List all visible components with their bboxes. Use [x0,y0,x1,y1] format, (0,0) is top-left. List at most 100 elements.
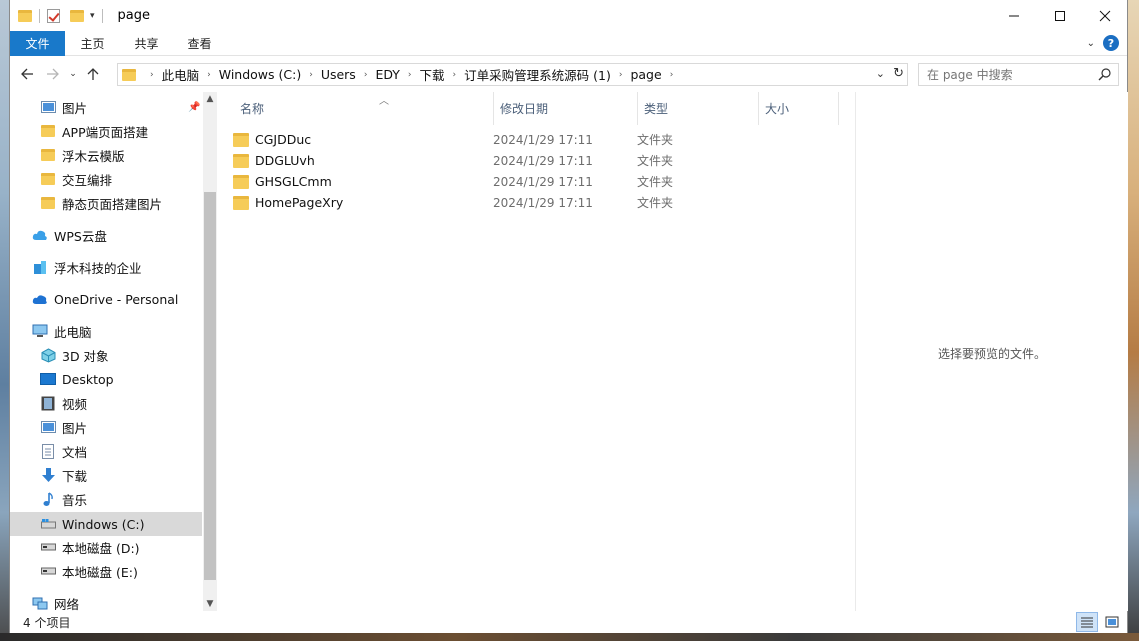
column-header-type[interactable]: 类型 [638,92,759,125]
search-icon[interactable] [1098,67,1112,81]
nav-item-pictures[interactable]: 图片 [10,415,202,439]
details-view-button[interactable] [1076,612,1098,632]
desktop-icon [40,371,56,387]
nav-item-drive-d[interactable]: 本地磁盘 (D:) [10,535,202,559]
3d-objects-icon [40,347,56,363]
nav-item-videos[interactable]: 视频 [10,391,202,415]
forward-arrow-icon [47,68,59,80]
nav-item-fumu-template[interactable]: 浮木云模版 [10,143,202,167]
minimize-button[interactable] [991,0,1037,31]
drive-icon [40,539,56,555]
item-count: 4 个项目 [23,615,71,630]
nav-item-downloads[interactable]: 下载 [10,463,202,487]
search-box[interactable] [918,63,1119,86]
breadcrumb-drive-c[interactable]: Windows (C:) [219,67,301,82]
chevron-right-icon[interactable]: › [207,70,211,80]
scroll-up-icon[interactable]: ▲ [203,94,217,104]
preview-message: 选择要预览的文件。 [937,347,1046,361]
file-row[interactable]: GHSGLCmm 2024/1/29 17:11 文件夹 [233,171,833,192]
chevron-right-icon[interactable]: › [453,70,457,80]
file-row[interactable]: HomePageXry 2024/1/29 17:11 文件夹 [233,192,833,213]
nav-item-3d-objects[interactable]: 3D 对象 [10,343,202,367]
nav-item-drive-c[interactable]: Windows (C:) [10,512,202,536]
chevron-right-icon[interactable]: › [364,70,368,80]
pictures-icon [40,419,56,435]
forward-button[interactable] [40,61,66,87]
file-type: 文件夹 [637,175,674,189]
minimize-icon [1009,15,1019,16]
nav-item-label: APP端页面搭建 [62,124,149,140]
drive-icon [40,563,56,579]
address-history-dropdown[interactable]: ⌄ [876,67,885,80]
nav-item-static-pages[interactable]: 静态页面搭建图片 [10,191,202,215]
tab-view[interactable]: 查看 [173,31,226,56]
music-icon [40,491,56,507]
nav-item-enterprise[interactable]: 浮木科技的企业 [10,255,202,279]
search-input[interactable] [927,67,1097,82]
column-header-date[interactable]: 修改日期 [494,92,638,125]
breadcrumb-downloads[interactable]: 下载 [420,65,445,84]
up-arrow-icon [87,68,99,80]
tab-share[interactable]: 共享 [120,31,173,56]
file-row[interactable]: DDGLUvh 2024/1/29 17:11 文件夹 [233,150,833,171]
nav-item-music[interactable]: 音乐 [10,487,202,511]
pictures-icon [40,99,56,115]
tab-home[interactable]: 主页 [65,31,120,56]
address-bar[interactable]: › 此电脑 › Windows (C:) › Users › EDY › 下载 … [117,63,908,86]
window-controls [991,0,1127,31]
nav-item-label: 浮木科技的企业 [54,260,142,276]
breadcrumb-users[interactable]: Users [321,67,356,82]
expand-ribbon-icon[interactable]: ⌄ [1087,38,1095,49]
tab-file[interactable]: 文件 [10,30,65,56]
help-icon[interactable]: ? [1103,35,1119,51]
scroll-thumb[interactable] [204,192,216,580]
column-header-label: 类型 [644,102,669,116]
nav-item-interaction[interactable]: 交互编排 [10,167,202,191]
file-type: 文件夹 [637,133,674,147]
chevron-right-icon[interactable]: › [619,70,623,80]
desktop-background-right [1128,0,1139,641]
nav-item-onedrive[interactable]: OneDrive - Personal [10,287,202,311]
large-icons-view-button[interactable] [1101,612,1123,632]
nav-item-label: Desktop [62,371,114,387]
up-button[interactable] [80,61,106,87]
nav-scrollbar[interactable]: ▲ ▼ [203,92,217,611]
details-view-icon [1081,617,1093,628]
ribbon-controls: ⌄ ? [1087,35,1119,51]
breadcrumb-source-folder[interactable]: 订单采购管理系统源码 (1) [464,65,611,84]
nav-item-label: Windows (C:) [62,516,145,532]
nav-item-app-page[interactable]: APP端页面搭建 [10,119,202,143]
properties-icon[interactable] [47,8,60,23]
nav-item-this-pc[interactable]: 此电脑 [10,319,202,343]
chevron-right-icon[interactable]: › [309,70,313,80]
file-row[interactable]: CGJDDuc 2024/1/29 17:11 文件夹 [233,129,833,150]
scroll-down-icon[interactable]: ▼ [203,599,217,609]
pin-icon[interactable]: 📌 [188,102,200,113]
customize-toolbar-icon[interactable]: ▾ [90,11,95,21]
nav-item-desktop[interactable]: Desktop [10,367,202,391]
folder-icon [233,195,249,210]
new-folder-icon[interactable] [70,9,84,22]
file-name: DDGLUvh [255,153,315,168]
column-header-name[interactable]: 名称 ︿ [234,92,494,125]
nav-item-pictures-quick[interactable]: 图片 📌 [10,95,202,119]
refresh-icon[interactable]: ↻ [893,66,904,81]
back-button[interactable] [14,61,40,87]
nav-item-wps-cloud[interactable]: WPS云盘 [10,223,202,247]
maximize-button[interactable] [1037,0,1083,31]
breadcrumb-page[interactable]: page [630,67,661,82]
chevron-right-icon[interactable]: › [150,70,154,80]
desktop-background-bottom [0,633,1139,641]
column-header-size[interactable]: 大小 [759,92,839,125]
file-name: GHSGLCmm [255,174,332,189]
nav-item-drive-e[interactable]: 本地磁盘 (E:) [10,559,202,583]
breadcrumb-this-pc[interactable]: 此电脑 [162,65,200,84]
close-button[interactable] [1083,0,1127,31]
column-header-label: 修改日期 [500,102,549,116]
recent-locations-button[interactable]: ⌄ [66,61,80,87]
chevron-right-icon[interactable]: › [408,70,412,80]
file-type: 文件夹 [637,154,674,168]
breadcrumb-edy[interactable]: EDY [375,67,399,82]
chevron-right-icon[interactable]: › [670,70,674,80]
nav-item-documents[interactable]: 文档 [10,439,202,463]
